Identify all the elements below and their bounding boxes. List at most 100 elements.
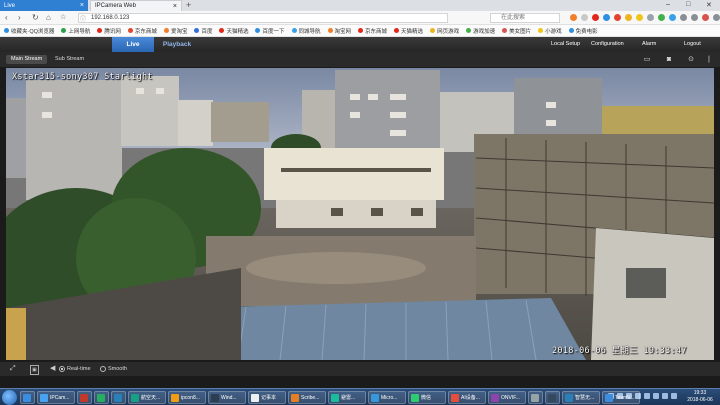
taskbar-item[interactable] (20, 391, 35, 404)
taskbar-item[interactable]: ONVIF... (488, 391, 526, 404)
forward-icon[interactable]: › (18, 13, 21, 23)
bookmark-item[interactable]: 百度 (194, 27, 212, 35)
bookmark-item[interactable]: 游戏加速 (466, 27, 495, 35)
back-icon[interactable]: ‹ (5, 13, 8, 23)
taskbar-item[interactable]: TeamV... (602, 391, 640, 404)
taskbar-item[interactable]: 智慧无... (562, 391, 600, 404)
configuration-link[interactable]: Configuration (591, 37, 624, 52)
taskbar-item[interactable]: 记事本 (248, 391, 286, 404)
bookmark-item[interactable]: 天猫精选 (219, 27, 248, 35)
taskbar-item-label: Wind... (221, 394, 237, 401)
bookmark-item[interactable]: 京东商城 (358, 27, 387, 35)
star-icon[interactable]: ☆ (60, 13, 66, 23)
taskbar-item[interactable]: Micro... (368, 391, 406, 404)
close-icon[interactable]: × (80, 2, 84, 9)
search-input[interactable]: 在此搜索 (490, 13, 560, 23)
fullscreen-icon[interactable]: ⤢ (10, 365, 16, 373)
camera-snapshot-icon[interactable]: ◙ (664, 55, 674, 64)
bookmark-item[interactable]: 同城导航 (291, 27, 321, 35)
extension-icon[interactable] (647, 14, 654, 21)
taskbar-item[interactable]: Scribe... (288, 391, 326, 404)
record-icon[interactable]: ⊙ (686, 55, 696, 64)
address-field[interactable]: 192.168.0.123 (78, 13, 448, 23)
tab-live-view[interactable]: Live (112, 37, 154, 52)
taskbar-item[interactable]: AI设备... (448, 391, 486, 404)
app-icon (97, 393, 105, 402)
extension-icon[interactable] (658, 14, 665, 21)
taskbar-item[interactable]: ipcon8... (168, 391, 206, 404)
bookmark-item[interactable]: 网页游戏 (430, 27, 459, 35)
tab-ipcamera-web[interactable]: IPCamera Web × (90, 0, 182, 11)
taskbar-item[interactable] (94, 391, 109, 404)
bookmark-item[interactable]: 上网导航 (61, 27, 90, 35)
main-stream-button[interactable]: Main Stream (6, 55, 48, 64)
bookmark-label: 百度 (201, 28, 213, 35)
taskbar-item[interactable] (528, 391, 543, 404)
bookmark-item[interactable]: 京东商城 (127, 27, 157, 35)
tab-playback[interactable]: Playback (160, 37, 194, 52)
taskbar-item[interactable]: 航空天... (128, 391, 166, 404)
bookmark-item[interactable]: 免费电影 (568, 27, 598, 35)
microphone-icon[interactable]: ❘ (704, 55, 714, 64)
taskbar-item[interactable]: 微信 (408, 391, 446, 404)
extension-icon[interactable] (625, 14, 632, 21)
realtime-radio[interactable] (59, 366, 65, 372)
app-icon (23, 393, 31, 402)
taskbar-clock[interactable]: 19:33 2018-06-06 (682, 390, 718, 404)
taskbar-item[interactable] (545, 391, 560, 404)
extension-icon[interactable] (680, 14, 687, 21)
extension-icon[interactable] (614, 14, 621, 21)
refresh-icon[interactable]: ↻ (32, 13, 39, 23)
bookmark-item[interactable]: 美女图片 (502, 27, 531, 35)
extension-icon[interactable] (691, 14, 698, 21)
aspect-ratio-icon[interactable]: ▣ (30, 365, 39, 375)
local-setup-link[interactable]: Local Setup (551, 37, 580, 52)
page-spacer (0, 376, 720, 388)
video-layout-icon[interactable]: ▭ (642, 55, 652, 64)
bookmark-item[interactable]: 爱淘宝 (163, 27, 187, 35)
volume-tray-icon[interactable] (662, 393, 668, 399)
maximize-icon[interactable]: □ (686, 1, 690, 8)
extension-icon[interactable] (669, 14, 676, 21)
extension-icon[interactable] (570, 14, 577, 21)
bookmark-item[interactable]: 小游戏 (538, 27, 562, 35)
bookmark-item[interactable]: 腾讯网 (97, 27, 121, 35)
tray-icon[interactable] (653, 393, 659, 399)
tray-icon[interactable] (644, 393, 650, 399)
start-button[interactable] (2, 390, 17, 405)
close-window-icon[interactable]: ✕ (706, 1, 712, 9)
taskbar-item[interactable] (77, 391, 92, 404)
minimize-icon[interactable]: – (666, 1, 670, 8)
taskbar-item[interactable] (111, 391, 126, 404)
menu-icon[interactable] (713, 14, 720, 21)
extension-icon[interactable] (581, 14, 588, 21)
logout-link[interactable]: Logout (684, 37, 701, 52)
alarm-link[interactable]: Alarm (642, 37, 656, 52)
network-tray-icon[interactable] (671, 393, 677, 399)
app-icon (80, 393, 88, 402)
extension-icon[interactable] (702, 14, 709, 21)
bookmark-item[interactable]: 淘宝网 (327, 27, 351, 35)
app-icon (291, 393, 299, 402)
bookmark-item[interactable]: 收藏夹·QQ浏览器 (4, 27, 54, 35)
home-icon[interactable]: ⌂ (46, 13, 51, 23)
extension-icon[interactable] (592, 14, 599, 21)
bookmark-label: 免费电影 (575, 28, 598, 35)
bookmark-item[interactable]: 天猫精选 (394, 27, 423, 35)
extension-icon[interactable] (636, 14, 643, 21)
taskbar-item[interactable]: Wind... (208, 391, 246, 404)
new-tab-button[interactable]: + (186, 0, 191, 11)
sub-stream-button[interactable]: Sub Stream (50, 55, 89, 64)
app-icon (565, 393, 573, 402)
tab-live[interactable]: Live × (0, 0, 88, 11)
close-icon[interactable]: × (173, 3, 177, 10)
bookmark-icon (430, 28, 436, 33)
taskbar-item[interactable]: 避雷... (328, 391, 366, 404)
smooth-radio[interactable] (100, 366, 106, 372)
extension-icon[interactable] (603, 14, 610, 21)
live-video-view[interactable]: Xstar315-sony307 Starlight 2018-06-06 星期… (6, 68, 714, 360)
taskbar-item[interactable]: IPCam... (37, 391, 75, 404)
volume-icon[interactable]: ◀ (50, 365, 55, 373)
page-info-icon[interactable]: ⓘ (80, 14, 86, 23)
bookmark-item[interactable]: 百度一下 (255, 27, 285, 35)
